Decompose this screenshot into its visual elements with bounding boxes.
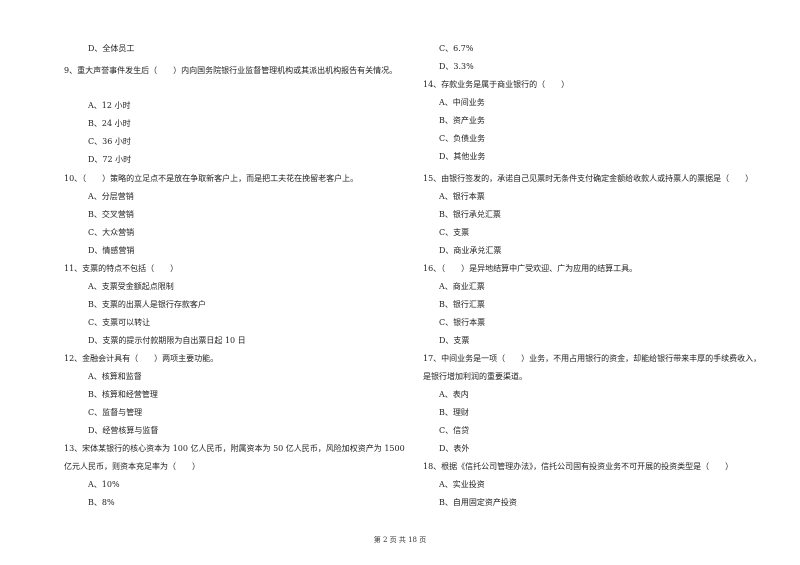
option: D、支票的提示付款期限为自出票日起 10 日	[88, 336, 246, 345]
option: B、24 小时	[88, 119, 131, 128]
option: B、自用固定资产投资	[439, 498, 517, 507]
option: D、商业承兑汇票	[439, 246, 502, 255]
question-17-continuation: 是银行增加利润的重要渠道。	[423, 372, 527, 381]
question-13-continuation: 亿元人民币，则资本充足率为（ ）	[64, 462, 200, 471]
option: C、大众营销	[88, 228, 135, 237]
option: A、银行本票	[439, 192, 485, 201]
question-10: 10、（ ）策略的立足点不是放在争取新客户上，而是把工夫花在挽留老客户上。	[64, 174, 359, 183]
option: B、银行汇票	[439, 300, 485, 309]
option: D、72 小时	[88, 155, 132, 164]
option: C、6.7%	[439, 44, 474, 53]
option: D、3.3%	[439, 62, 474, 71]
option: A、12 小时	[88, 101, 131, 110]
question-14: 14、存款业务是属于商业银行的（ ）	[423, 80, 570, 89]
question-16: 16、（ ）是异地结算中广受欢迎、广为应用的结算工具。	[423, 264, 638, 273]
option: C、负债业务	[439, 134, 486, 143]
option: D、其他业务	[439, 152, 486, 161]
question-18: 18、根据《信托公司管理办法》，信托公司固有投资业务不可开展的投资类型是（ ）	[423, 462, 734, 471]
option: B、支票的出票人是银行存款客户	[88, 300, 206, 309]
option: A、核算和监督	[88, 372, 142, 381]
question-11: 11、支票的特点不包括（ ）	[64, 264, 179, 273]
option: B、银行承兑汇票	[439, 210, 501, 219]
option: D、情感营销	[88, 246, 135, 255]
option: A、商业汇票	[439, 282, 485, 291]
question-15: 15、由银行签发的，承诺自己见票时无条件支付确定金额给收款人或持票人的票据是（ …	[423, 174, 754, 183]
option: D、全体员工	[88, 44, 135, 53]
option: C、银行本票	[439, 318, 486, 327]
option: C、信贷	[439, 426, 470, 435]
option: B、8%	[88, 498, 115, 507]
option: D、支票	[439, 336, 470, 345]
question-9: 9、重大声誉事件发生后（ ）内向国务院银行业监督管理机构或其派出机构报告有关情况…	[64, 66, 398, 75]
option: D、经营核算与监督	[88, 426, 159, 435]
option: B、资产业务	[439, 116, 485, 125]
option: C、支票	[439, 228, 470, 237]
page-number: 第 2 页 共 18 页	[373, 536, 427, 544]
option: C、监督与管理	[88, 408, 143, 417]
option: A、支票受金额起点限制	[88, 282, 174, 291]
question-13: 13、宋体某银行的核心资本为 100 亿人民币，附属资本为 50 亿人民币，风险…	[64, 444, 405, 453]
option: A、实业投资	[439, 480, 485, 489]
option: B、理财	[439, 408, 469, 417]
option: A、中间业务	[439, 98, 485, 107]
option: D、表外	[439, 444, 470, 453]
option: A、表内	[439, 390, 469, 399]
option: C、支票可以转让	[88, 318, 151, 327]
option: A、分层营销	[88, 192, 134, 201]
option: B、核算和经营管理	[88, 390, 158, 399]
option: A、10%	[88, 480, 120, 489]
question-12: 12、金融会计具有（ ）两项主要功能。	[64, 354, 219, 363]
option: B、交叉营销	[88, 210, 134, 219]
option: C、36 小时	[88, 137, 131, 146]
question-17: 17、中间业务是一项（ ）业务，不用占用银行的资金，却能给银行带来丰厚的手续费收…	[423, 354, 762, 363]
